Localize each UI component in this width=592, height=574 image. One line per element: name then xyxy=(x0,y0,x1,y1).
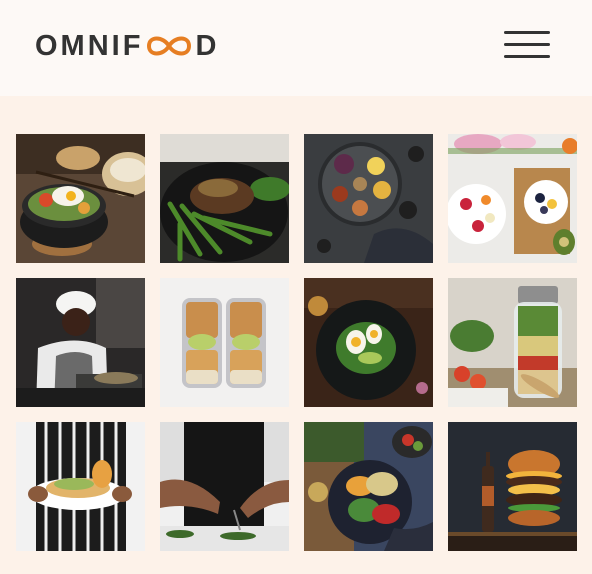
grain-bowl-table-photo[interactable] xyxy=(304,422,433,551)
egg-salad-plate-photo[interactable] xyxy=(304,278,433,407)
meals-gallery xyxy=(16,134,577,551)
chef-garnishing-photo[interactable] xyxy=(160,422,289,551)
meal-prep-containers-photo[interactable] xyxy=(160,278,289,407)
sandwich-plate-photo[interactable] xyxy=(16,422,145,551)
mezze-platter-photo[interactable] xyxy=(304,134,433,263)
hamburger-menu-icon[interactable] xyxy=(504,29,550,61)
infinity-logo-icon xyxy=(147,36,192,56)
logo-text-suffix: D xyxy=(195,30,220,62)
stacked-burger-photo[interactable] xyxy=(448,422,577,551)
chef-plating-photo[interactable] xyxy=(16,278,145,407)
bibimbap-bowl-photo[interactable] xyxy=(16,134,145,263)
fruit-breakfast-photo[interactable] xyxy=(448,134,577,263)
omnifood-logo[interactable]: OMNIF D xyxy=(35,26,219,66)
jar-salad-photo[interactable] xyxy=(448,278,577,407)
site-header: OMNIF D xyxy=(0,0,592,96)
logo-text-prefix: OMNIF xyxy=(35,30,144,62)
steak-green-beans-photo[interactable] xyxy=(160,134,289,263)
